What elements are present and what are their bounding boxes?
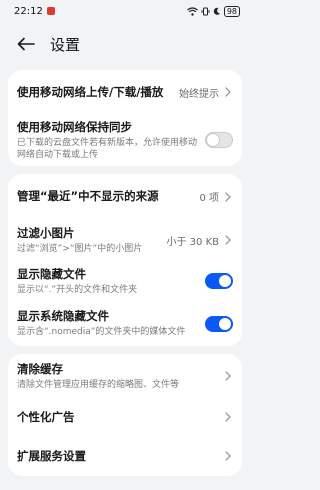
clear-cache-description: 清除文件管理应用缓存的缩略图、文件等 — [17, 379, 180, 390]
show-hidden-files-label: 显示隐藏文件 — [17, 266, 86, 281]
wifi-icon — [186, 6, 198, 16]
show-hidden-files-row: 显示隐藏文件 显示以“.”开头的文件和文件夹 — [8, 261, 242, 301]
show-system-hidden-files-description: 显示含“.nomedia”的文件夹中的媒体文件 — [17, 327, 186, 337]
clear-cache-label: 清除缓存 — [17, 361, 63, 376]
clear-cache-row[interactable]: 清除缓存 清除文件管理应用缓存的缩略图、文件等 — [8, 354, 242, 398]
chevron-right-icon — [223, 410, 233, 424]
mobile-network-transfer-label: 使用移动网络上传/下载/播放 — [17, 84, 164, 99]
personalized-ads-row[interactable]: 个性化广告 — [8, 398, 242, 436]
do-not-disturb-icon — [213, 7, 220, 15]
extension-services-row[interactable]: 扩展服务设置 — [8, 436, 242, 476]
extension-services-label: 扩展服务设置 — [17, 448, 86, 463]
chevron-right-icon — [223, 190, 233, 204]
mobile-network-transfer-value: 始终提示 — [179, 88, 219, 100]
mobile-network-sync-row: 使用移动网络保持同步 已下载的云盘文件若有新版本，允许使用移动网络自动下载或上传 — [8, 114, 242, 166]
arrow-left-icon — [17, 37, 35, 51]
vibrate-icon — [201, 7, 210, 15]
status-time: 22:12 — [14, 5, 43, 17]
other-settings-group: 清除缓存 清除文件管理应用缓存的缩略图、文件等 个性化广告 扩展服务设置 — [8, 354, 242, 476]
manage-recent-sources-row[interactable]: 管理“最近”中不显示的来源 0 项 — [8, 174, 242, 219]
filter-small-images-row[interactable]: 过滤小图片 过滤“浏览”>“图片”中的小图片 小于 30 KB — [8, 219, 242, 261]
manage-recent-sources-label: 管理“最近”中不显示的来源 — [17, 189, 159, 203]
network-settings-group: 使用移动网络上传/下载/播放 始终提示 使用移动网络保持同步 已下载的云盘文件若… — [8, 70, 242, 166]
personalized-ads-label: 个性化广告 — [17, 409, 75, 424]
show-system-hidden-files-label: 显示系统隐藏文件 — [17, 309, 109, 323]
battery-indicator: 98 — [223, 5, 240, 17]
back-button[interactable] — [16, 34, 36, 54]
chevron-right-icon — [223, 449, 233, 463]
mobile-network-sync-description: 已下载的云盘文件若有新版本，允许使用移动网络自动下载或上传 — [17, 137, 198, 160]
show-hidden-files-description: 显示以“.”开头的文件和文件夹 — [17, 284, 138, 295]
filter-small-images-label: 过滤小图片 — [17, 225, 75, 240]
page-title: 设置 — [50, 35, 81, 54]
mobile-network-sync-toggle[interactable] — [205, 132, 233, 148]
show-system-hidden-files-row: 显示系统隐藏文件 显示含“.nomedia”的文件夹中的媒体文件 — [8, 301, 242, 346]
chevron-right-icon — [223, 85, 233, 99]
status-bar: 22:12 98 — [0, 0, 250, 22]
filter-small-images-description: 过滤“浏览”>“图片”中的小图片 — [17, 243, 143, 254]
chevron-right-icon — [223, 369, 233, 383]
display-settings-group: 管理“最近”中不显示的来源 0 项 过滤小图片 过滤“浏览”>“图片”中的小图片… — [8, 174, 242, 346]
mobile-network-sync-label: 使用移动网络保持同步 — [17, 119, 132, 134]
show-system-hidden-files-toggle[interactable] — [205, 315, 233, 332]
mobile-network-transfer-row[interactable]: 使用移动网络上传/下载/播放 始终提示 — [8, 70, 242, 114]
chevron-right-icon — [223, 233, 233, 247]
filter-small-images-value: 小于 30 KB — [166, 236, 220, 248]
manage-recent-sources-value: 0 项 — [199, 193, 219, 204]
app-header: 设置 — [0, 22, 250, 66]
notification-app-icon — [46, 7, 55, 15]
show-hidden-files-toggle[interactable] — [205, 273, 233, 289]
